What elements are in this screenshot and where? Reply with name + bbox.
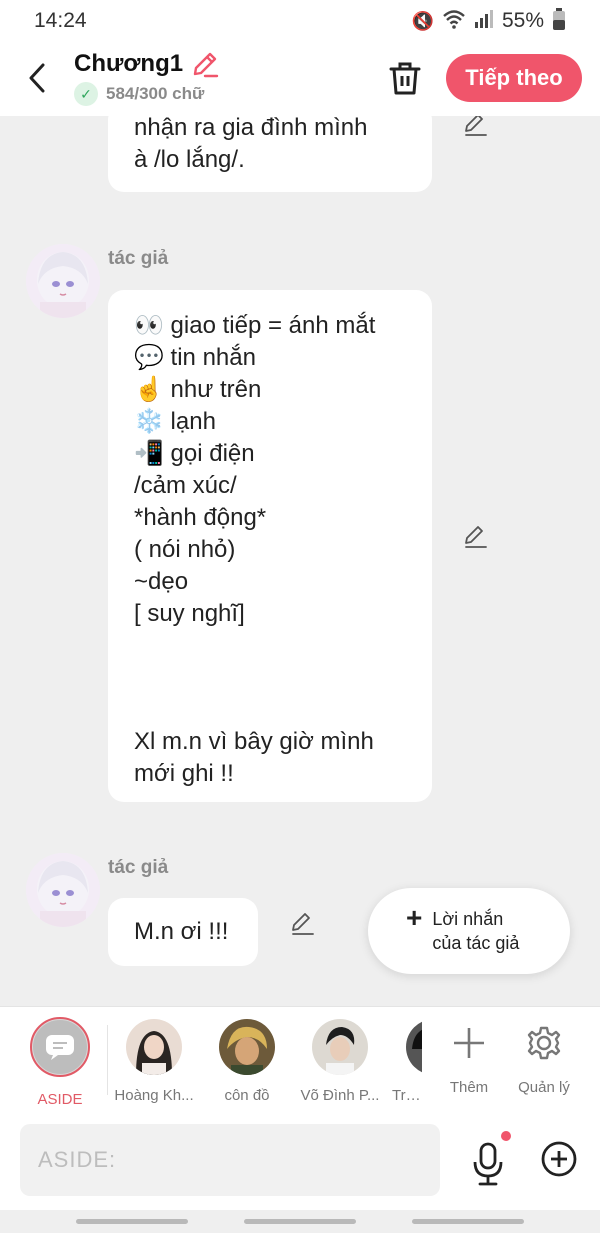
nav-home[interactable]: [244, 1219, 356, 1224]
message-bubble[interactable]: M.n ơi !!!: [108, 898, 258, 966]
message-line: /cảm xúc/: [134, 472, 237, 499]
message-line: [134, 630, 406, 662]
message-line: [ suy nghĩ]: [134, 600, 245, 627]
word-count: 584/300 chữ: [106, 84, 205, 103]
character-avatar: [406, 1019, 422, 1075]
status-time: 14:24: [34, 9, 87, 32]
character-avatar: [126, 1019, 182, 1075]
nav-recents[interactable]: [76, 1219, 188, 1224]
message-bubble[interactable]: 👀 giao tiếp = ánh mắt 💬 tin nhắn ☝️ như …: [108, 290, 432, 802]
author-note-label: Lời nhắn của tác giả: [432, 907, 519, 955]
author-note-line: Lời nhắn: [432, 909, 504, 929]
message-line: ❄️ lạnh: [134, 408, 216, 435]
attach-button[interactable]: [540, 1140, 578, 1178]
character-item[interactable]: Hoàng Kh...: [114, 1019, 194, 1104]
manage-button[interactable]: Quản lý: [509, 1021, 579, 1096]
pencil-icon: [193, 52, 219, 78]
author-note-button[interactable]: + Lời nhắn của tác giả: [368, 888, 570, 974]
pencil-icon[interactable]: [463, 524, 489, 550]
author-label: tác giả: [108, 248, 169, 269]
add-label: Thêm: [449, 1079, 489, 1096]
character-name: côn đồ: [224, 1087, 270, 1104]
author-note-line: của tác giả: [432, 933, 520, 953]
message-line: 👀 giao tiếp = ánh mắt: [134, 312, 376, 339]
plus-icon: [454, 1028, 484, 1058]
voice-input-button[interactable]: [470, 1140, 508, 1188]
add-circle-icon: [541, 1141, 577, 1177]
message-line: [134, 694, 406, 726]
wifi-icon: [442, 9, 466, 34]
chapter-title[interactable]: Chương1: [74, 50, 183, 78]
plus-icon: +: [406, 902, 423, 933]
title-block: Chương1 ✓ 584/300 chữ: [74, 50, 219, 106]
input-bar: [0, 1112, 600, 1210]
chat-bubble-icon: [46, 1035, 74, 1060]
battery-percent: 55%: [501, 9, 544, 32]
message-line: M.n ơi !!!: [134, 918, 229, 945]
message-line: nhận ra gia đình mình: [134, 116, 368, 141]
back-button[interactable]: [22, 60, 52, 96]
recording-dot: [501, 1131, 511, 1141]
delete-button[interactable]: [388, 60, 422, 96]
message-line: ~dẹo: [134, 568, 189, 595]
microphone-icon: [473, 1142, 503, 1186]
message-line: [134, 662, 406, 694]
message-line: ( nói nhỏ): [134, 536, 236, 563]
trash-icon: [389, 62, 421, 95]
message-line: mới ghi !!: [134, 760, 234, 787]
character-avatar: [219, 1019, 275, 1075]
chapter-header: Chương1 ✓ 584/300 chữ Tiếp theo: [0, 42, 600, 116]
signal-icon: [474, 9, 494, 33]
status-bar: 14:24 🔇 55%: [0, 0, 600, 42]
message-line: 💬 tin nhắn: [134, 344, 256, 371]
edit-title-button[interactable]: [191, 50, 219, 78]
message-input[interactable]: [20, 1124, 440, 1196]
message-line: à /lo lắng/.: [134, 146, 245, 173]
character-name: ASIDE: [37, 1091, 83, 1108]
check-icon: ✓: [74, 82, 98, 106]
mute-icon: 🔇: [411, 10, 434, 31]
pencil-icon[interactable]: [463, 116, 489, 138]
character-item[interactable]: côn đồ: [207, 1019, 287, 1104]
next-button[interactable]: Tiếp theo: [446, 54, 582, 102]
avatar-illustration: [26, 244, 100, 318]
status-icons: 🔇 55%: [411, 7, 566, 35]
character-aside[interactable]: ASIDE: [20, 1017, 100, 1108]
message-line: Xl m.n vì bây giờ mình: [134, 728, 374, 755]
character-name: Võ Đình P...: [300, 1087, 380, 1104]
divider: [107, 1025, 108, 1095]
add-character-button[interactable]: Thêm: [434, 1021, 504, 1096]
character-bar: ASIDE Hoàng Kh... côn đồ Võ Đình P... Tr…: [0, 1006, 600, 1112]
battery-icon: [552, 7, 566, 35]
chat-area[interactable]: nhận ra gia đình mình à /lo lắng/. tác g…: [0, 116, 600, 1006]
message-line: ☝️ như trên: [134, 376, 262, 403]
nav-back[interactable]: [412, 1219, 524, 1224]
gear-icon: [527, 1026, 561, 1060]
back-icon: [29, 63, 45, 93]
character-avatar: [312, 1019, 368, 1075]
manage-label: Quản lý: [518, 1079, 570, 1096]
author-label: tác giả: [108, 857, 169, 878]
message-line: 📲 gọi điện: [134, 440, 255, 467]
avatar-illustration: [26, 853, 100, 927]
message-line: *hành động*: [134, 504, 267, 531]
character-item[interactable]: Võ Đình P...: [300, 1019, 380, 1104]
character-name: Trần: [392, 1087, 422, 1104]
character-item[interactable]: Trần: [392, 1019, 422, 1104]
pencil-icon[interactable]: [290, 911, 316, 937]
character-name: Hoàng Kh...: [114, 1087, 194, 1104]
system-nav-bar: [0, 1210, 600, 1233]
message-bubble[interactable]: nhận ra gia đình mình à /lo lắng/.: [108, 116, 432, 192]
author-avatar[interactable]: [26, 244, 100, 318]
author-avatar[interactable]: [26, 853, 100, 927]
